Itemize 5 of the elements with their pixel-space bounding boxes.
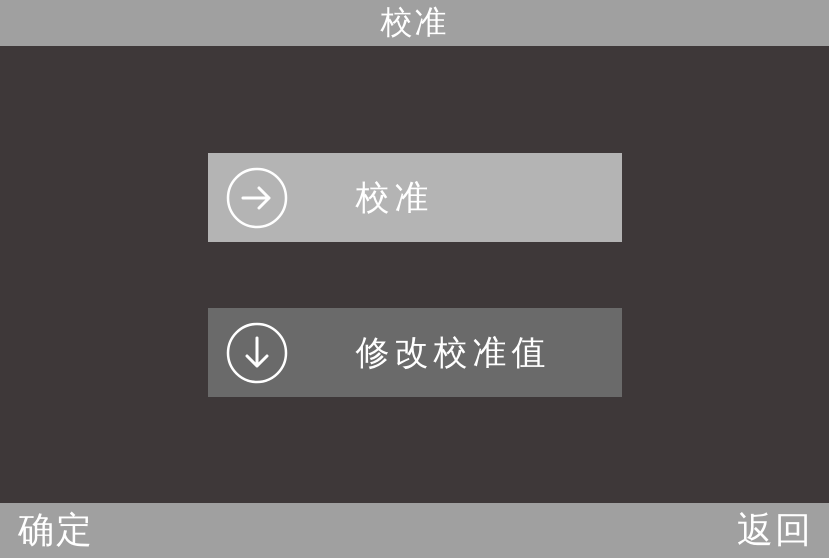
- screen-title: 校准: [380, 2, 448, 43]
- confirm-softkey[interactable]: 确定: [18, 506, 94, 555]
- menu-item[interactable]: 校准: [208, 153, 622, 242]
- menu-item[interactable]: 修改校准值: [208, 308, 622, 397]
- back-softkey[interactable]: 返回: [737, 506, 813, 555]
